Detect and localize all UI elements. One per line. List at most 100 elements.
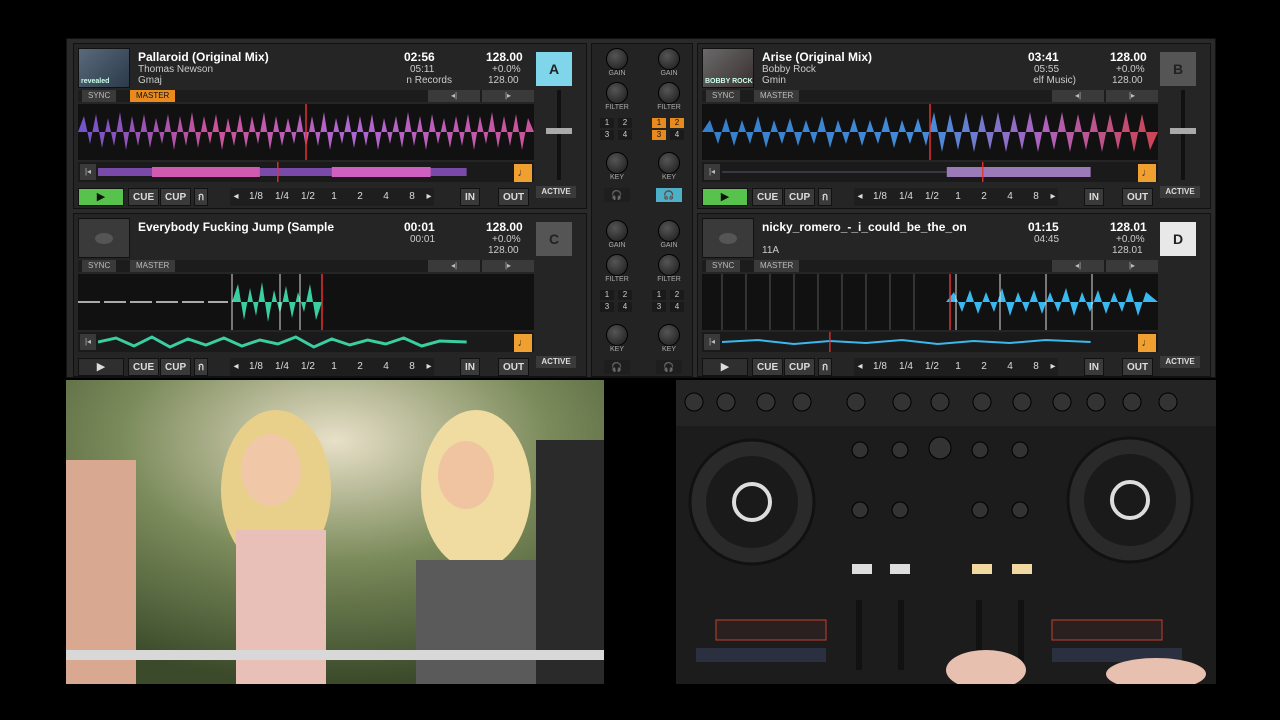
deck-b-loop-size-button[interactable]: 1/8 xyxy=(868,188,892,206)
deck-a-loop-next-icon[interactable]: ▸ xyxy=(424,188,434,206)
deck-d-beatjump-back-button[interactable]: ◂| xyxy=(1052,260,1104,272)
deck-a-flux-button[interactable]: ก xyxy=(194,188,208,206)
deck-a-beatjump-fwd-button[interactable]: |▸ xyxy=(482,90,534,102)
deck-a-overview[interactable]: |◂ ♩ xyxy=(78,162,534,182)
deck-d-loop-prev-icon[interactable]: ◂ xyxy=(854,358,866,376)
deck-c-sync-button[interactable]: SYNC xyxy=(82,260,117,272)
deck-b-loop-size-button[interactable]: 8 xyxy=(1024,188,1048,206)
fx-1-button[interactable]: 1 xyxy=(600,118,614,128)
deck-b-overview[interactable]: |◂ ♩ xyxy=(702,162,1158,182)
deck-c-out-button[interactable]: OUT xyxy=(498,358,530,376)
deck-a-in-button[interactable]: IN xyxy=(460,188,480,206)
gain-knob[interactable] xyxy=(606,48,628,70)
deck-a-keylock-icon[interactable]: ♩ xyxy=(514,164,532,182)
deck-d-loop-next-icon[interactable]: ▸ xyxy=(1048,358,1058,376)
filter-knob[interactable] xyxy=(606,254,628,276)
deck-b-rewind-icon[interactable]: |◂ xyxy=(704,164,720,180)
filter-knob[interactable] xyxy=(658,82,680,104)
deck-a-loop-size-button[interactable]: 1 xyxy=(322,188,346,206)
deck-b-letter-button[interactable]: B xyxy=(1160,52,1196,86)
deck-d-flux-button[interactable]: ก xyxy=(818,358,832,376)
headphones-cue-icon[interactable]: 🎧 xyxy=(604,188,630,202)
fx-3-button[interactable]: 3 xyxy=(652,302,666,312)
deck-a-sync-button[interactable]: SYNC xyxy=(82,90,117,102)
deck-c-loop-size-button[interactable]: 1/4 xyxy=(270,358,294,376)
filter-knob[interactable] xyxy=(658,254,680,276)
deck-c-loop-next-icon[interactable]: ▸ xyxy=(424,358,434,376)
deck-d-loop-size-button[interactable]: 1/8 xyxy=(868,358,892,376)
fx-4-button[interactable]: 4 xyxy=(618,302,632,312)
deck-a-cup-button[interactable]: CUP xyxy=(160,188,192,206)
deck-a-out-button[interactable]: OUT xyxy=(498,188,530,206)
deck-d-letter-button[interactable]: D xyxy=(1160,222,1196,256)
deck-b-loop-size-button[interactable]: 1/4 xyxy=(894,188,918,206)
deck-c-rewind-icon[interactable]: |◂ xyxy=(80,334,96,350)
deck-a-loop-size-button[interactable]: 4 xyxy=(374,188,398,206)
deck-b-beatjump-fwd-button[interactable]: |▸ xyxy=(1106,90,1158,102)
deck-b-cue-button[interactable]: CUE xyxy=(752,188,784,206)
deck-d-play-button[interactable]: ▶ xyxy=(702,358,748,376)
deck-d-loop-size-button[interactable]: 4 xyxy=(998,358,1022,376)
deck-d-loop-size-button[interactable]: 8 xyxy=(1024,358,1048,376)
filter-knob[interactable] xyxy=(606,82,628,104)
gain-knob[interactable] xyxy=(606,220,628,242)
deck-c-master-button[interactable]: MASTER xyxy=(130,260,176,272)
deck-c-loop-prev-icon[interactable]: ◂ xyxy=(230,358,242,376)
deck-c-keylock-icon[interactable]: ♩ xyxy=(514,334,532,352)
deck-a-master-button[interactable]: MASTER xyxy=(130,90,176,102)
deck-d-in-button[interactable]: IN xyxy=(1084,358,1104,376)
deck-a-loop-size-button[interactable]: 1/4 xyxy=(270,188,294,206)
deck-c-loop-size-button[interactable]: 2 xyxy=(348,358,372,376)
deck-c-play-button[interactable]: ▶ xyxy=(78,358,124,376)
deck-b-loop-size-button[interactable]: 1/2 xyxy=(920,188,944,206)
deck-c-cue-button[interactable]: CUE xyxy=(128,358,160,376)
key-knob[interactable] xyxy=(658,152,680,174)
deck-d-master-button[interactable]: MASTER xyxy=(754,260,800,272)
deck-c-loop-size-button[interactable]: 8 xyxy=(400,358,424,376)
deck-d-out-button[interactable]: OUT xyxy=(1122,358,1154,376)
deck-d-loop-size-button[interactable]: 1/4 xyxy=(894,358,918,376)
key-knob[interactable] xyxy=(658,324,680,346)
deck-d-active-button[interactable]: ACTIVE xyxy=(1160,356,1200,368)
deck-d-beatjump-fwd-button[interactable]: |▸ xyxy=(1106,260,1158,272)
deck-b-waveform[interactable] xyxy=(702,104,1158,160)
deck-c-waveform[interactable] xyxy=(78,274,534,330)
deck-b-loop-size-button[interactable]: 2 xyxy=(972,188,996,206)
key-knob[interactable] xyxy=(606,324,628,346)
deck-b-beatjump-back-button[interactable]: ◂| xyxy=(1052,90,1104,102)
deck-b-flux-button[interactable]: ก xyxy=(818,188,832,206)
deck-a-play-button[interactable]: ▶ xyxy=(78,188,124,206)
fx-1-button[interactable]: 1 xyxy=(652,290,666,300)
deck-b-loop-size-button[interactable]: 1 xyxy=(946,188,970,206)
deck-c-active-button[interactable]: ACTIVE xyxy=(536,356,576,368)
headphones-cue-icon[interactable]: 🎧 xyxy=(604,360,630,374)
deck-c-loop-size-button[interactable]: 4 xyxy=(374,358,398,376)
deck-a-loop-size-button[interactable]: 1/8 xyxy=(244,188,268,206)
deck-d-loop-size-button[interactable]: 2 xyxy=(972,358,996,376)
fx-2-button[interactable]: 2 xyxy=(618,290,632,300)
deck-a-rewind-icon[interactable]: |◂ xyxy=(80,164,96,180)
deck-b-tempo-fader[interactable] xyxy=(1168,90,1198,180)
headphones-cue-icon[interactable]: 🎧 xyxy=(656,188,682,202)
fx-1-button[interactable]: 1 xyxy=(652,118,666,128)
fx-4-button[interactable]: 4 xyxy=(618,130,632,140)
deck-b-active-button[interactable]: ACTIVE xyxy=(1160,186,1200,198)
deck-b-sync-button[interactable]: SYNC xyxy=(706,90,741,102)
deck-c-loop-size-button[interactable]: 1/8 xyxy=(244,358,268,376)
deck-c-loop-size-button[interactable]: 1/2 xyxy=(296,358,320,376)
deck-b-loop-prev-icon[interactable]: ◂ xyxy=(854,188,866,206)
gain-knob[interactable] xyxy=(658,220,680,242)
deck-b-out-button[interactable]: OUT xyxy=(1122,188,1154,206)
deck-b-cup-button[interactable]: CUP xyxy=(784,188,816,206)
deck-b-master-button[interactable]: MASTER xyxy=(754,90,800,102)
headphones-cue-icon[interactable]: 🎧 xyxy=(656,360,682,374)
deck-c-beatjump-back-button[interactable]: ◂| xyxy=(428,260,480,272)
deck-a-waveform[interactable] xyxy=(78,104,534,160)
deck-b-keylock-icon[interactable]: ♩ xyxy=(1138,164,1156,182)
fx-3-button[interactable]: 3 xyxy=(600,302,614,312)
deck-a-beatjump-back-button[interactable]: ◂| xyxy=(428,90,480,102)
deck-c-loop-size-button[interactable]: 1 xyxy=(322,358,346,376)
fx-3-button[interactable]: 3 xyxy=(600,130,614,140)
deck-a-active-button[interactable]: ACTIVE xyxy=(536,186,576,198)
deck-a-loop-size-button[interactable]: 1/2 xyxy=(296,188,320,206)
